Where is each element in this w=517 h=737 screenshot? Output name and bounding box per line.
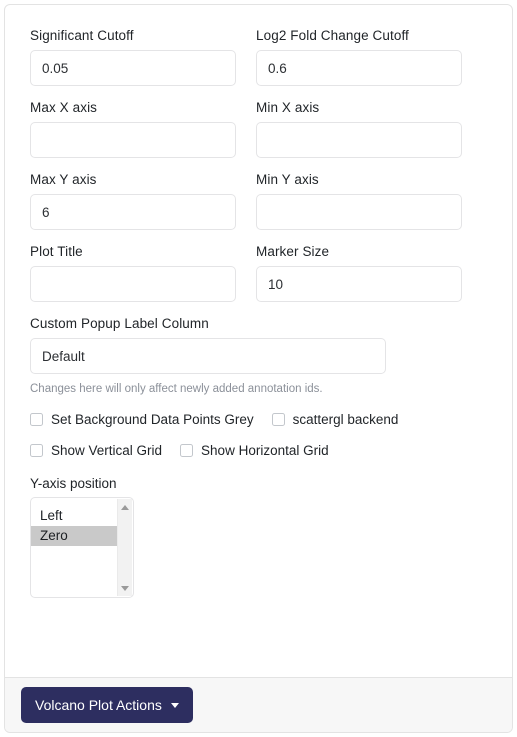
field-min-y-axis: Min Y axis xyxy=(256,171,462,230)
checkbox-set-background-data-points-grey[interactable]: Set Background Data Points Grey xyxy=(30,411,254,428)
input-min-y-axis[interactable] xyxy=(256,194,462,230)
input-max-x-axis[interactable] xyxy=(30,122,236,158)
label-marker-size: Marker Size xyxy=(256,244,330,259)
checkbox-label-scattergl-backend: scattergl backend xyxy=(292,412,399,427)
listbox-option-left[interactable]: Left xyxy=(31,506,119,526)
label-min-x-axis: Min X axis xyxy=(256,100,320,115)
field-min-x-axis: Min X axis xyxy=(256,99,462,158)
label-custom-popup-label-column: Custom Popup Label Column xyxy=(30,316,209,331)
input-min-x-axis[interactable] xyxy=(256,122,462,158)
field-row-x-axis: Max X axis Min X axis xyxy=(30,99,487,158)
field-significant-cutoff: Significant Cutoff xyxy=(30,27,236,86)
volcano-plot-settings-card: Significant Cutoff Log2 Fold Change Cuto… xyxy=(4,4,513,733)
field-row-title-marker: Plot Title Marker Size xyxy=(30,243,487,302)
checkbox-row-grid: Show Vertical Grid Show Horizontal Grid xyxy=(30,442,487,459)
label-plot-title: Plot Title xyxy=(30,244,83,259)
field-max-y-axis: Max Y axis xyxy=(30,171,236,230)
card-footer: Volcano Plot Actions xyxy=(5,677,512,732)
label-significant-cutoff: Significant Cutoff xyxy=(30,28,134,43)
input-max-y-axis[interactable] xyxy=(30,194,236,230)
checkbox-row-background: Set Background Data Points Grey scatterg… xyxy=(30,411,487,428)
label-max-y-axis: Max Y axis xyxy=(30,172,97,187)
custom-popup-help-text: Changes here will only affect newly adde… xyxy=(30,383,323,395)
listbox-y-axis-position[interactable]: Left Zero xyxy=(30,497,134,598)
settings-form: Significant Cutoff Log2 Fold Change Cuto… xyxy=(5,5,512,677)
field-row-custom-popup: Custom Popup Label Column xyxy=(30,315,487,374)
y-axis-position-group: Y-axis position Left Zero xyxy=(30,475,487,598)
checkbox-icon-show-vertical-grid[interactable] xyxy=(30,444,43,457)
field-log2-fold-change-cutoff: Log2 Fold Change Cutoff xyxy=(256,27,462,86)
label-log2-fold-change-cutoff: Log2 Fold Change Cutoff xyxy=(256,28,409,43)
field-row-y-axis: Max Y axis Min Y axis xyxy=(30,171,487,230)
caret-down-icon xyxy=(170,702,179,708)
checkbox-label-show-vertical-grid: Show Vertical Grid xyxy=(51,443,163,458)
checkbox-show-vertical-grid[interactable]: Show Vertical Grid xyxy=(30,442,162,459)
scroll-up-icon[interactable] xyxy=(118,501,132,513)
checkbox-icon-show-horizontal-grid[interactable] xyxy=(180,444,194,457)
label-max-x-axis: Max X axis xyxy=(30,100,98,115)
field-marker-size: Marker Size xyxy=(256,243,462,302)
field-row-cutoffs: Significant Cutoff Log2 Fold Change Cuto… xyxy=(30,27,487,86)
scroll-down-icon[interactable] xyxy=(118,582,132,594)
input-significant-cutoff[interactable] xyxy=(30,50,236,86)
volcano-plot-actions-label: Volcano Plot Actions xyxy=(35,697,162,713)
input-custom-popup-label-column[interactable] xyxy=(30,338,386,374)
checkbox-label-set-background-data-points-grey: Set Background Data Points Grey xyxy=(51,412,254,427)
volcano-plot-actions-button[interactable]: Volcano Plot Actions xyxy=(21,687,193,723)
input-plot-title[interactable] xyxy=(30,266,236,302)
checkbox-show-horizontal-grid[interactable]: Show Horizontal Grid xyxy=(180,442,329,459)
listbox-scrollbar[interactable] xyxy=(117,499,132,596)
field-custom-popup-label-column: Custom Popup Label Column xyxy=(30,315,386,374)
checkbox-label-show-horizontal-grid: Show Horizontal Grid xyxy=(201,443,329,458)
listbox-option-zero[interactable]: Zero xyxy=(31,526,119,546)
checkbox-scattergl-backend[interactable]: scattergl backend xyxy=(271,411,399,428)
field-max-x-axis: Max X axis xyxy=(30,99,236,158)
label-min-y-axis: Min Y axis xyxy=(256,172,319,187)
label-y-axis-position: Y-axis position xyxy=(30,476,117,491)
listbox-options: Left Zero xyxy=(31,498,119,546)
input-log2-fold-change-cutoff[interactable] xyxy=(256,50,462,86)
checkbox-icon-scattergl-backend[interactable] xyxy=(271,413,285,426)
checkbox-icon-set-background-data-points-grey[interactable] xyxy=(30,413,43,426)
field-plot-title: Plot Title xyxy=(30,243,236,302)
input-marker-size[interactable] xyxy=(256,266,462,302)
